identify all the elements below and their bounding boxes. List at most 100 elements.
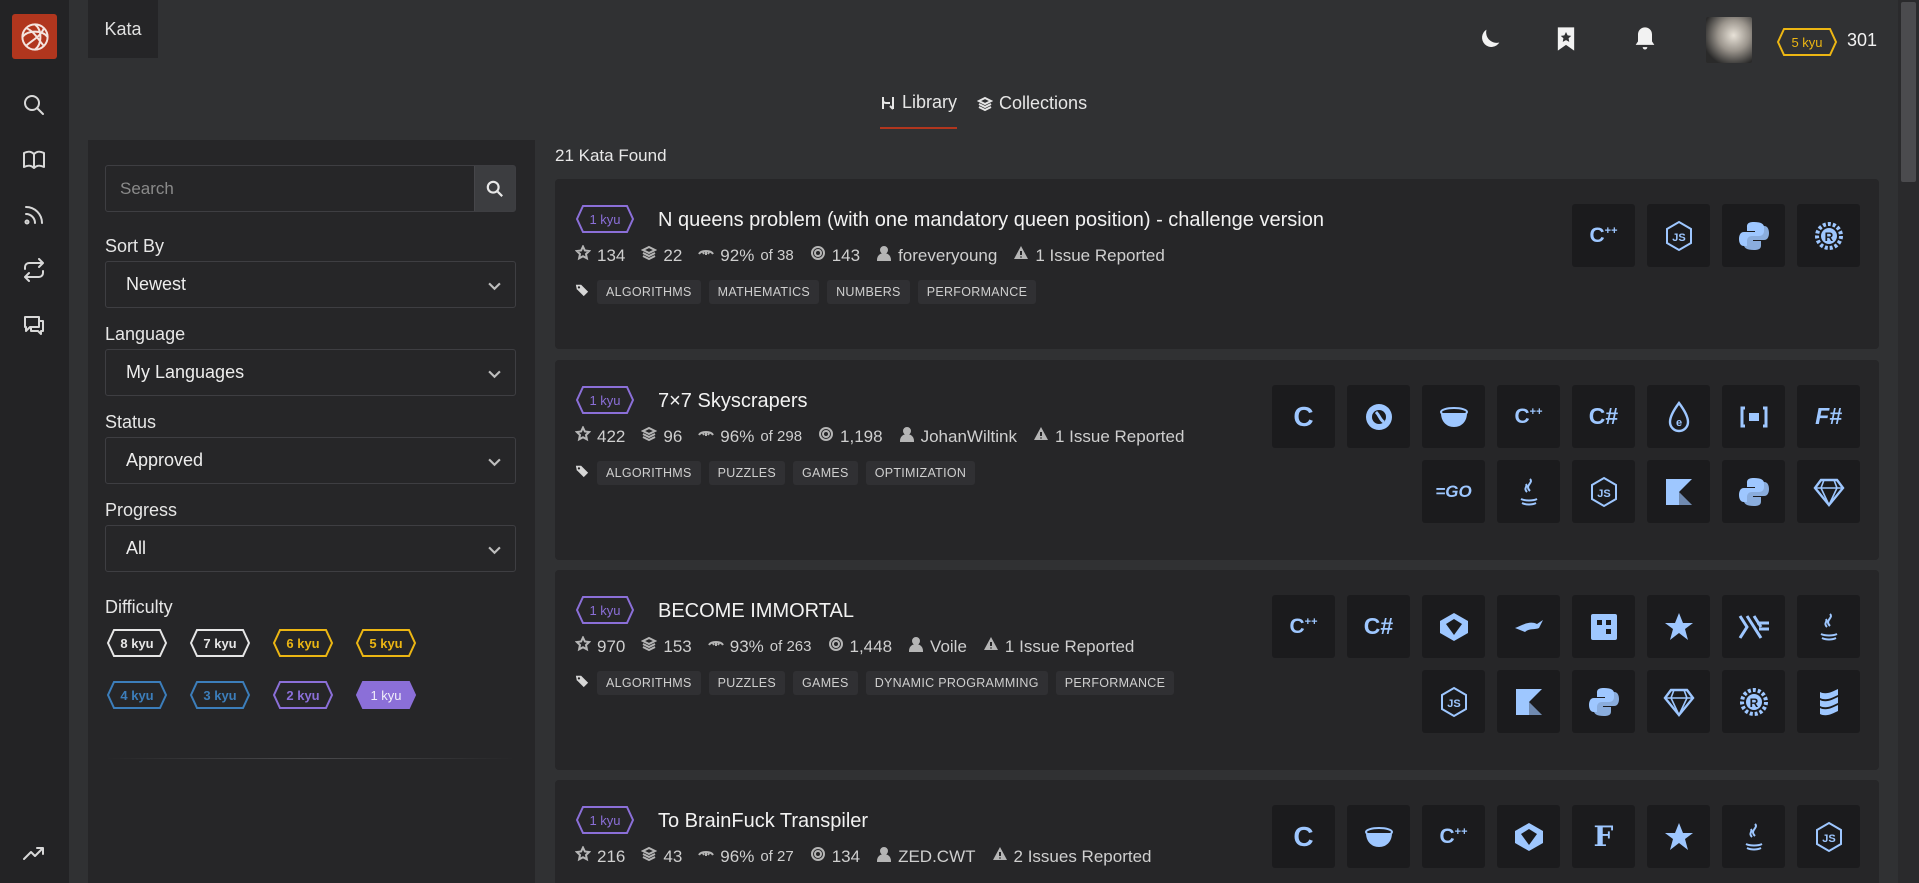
csharp-language-icon[interactable]: C# <box>1572 385 1635 448</box>
python-language-icon[interactable] <box>1572 670 1635 733</box>
python-language-icon[interactable] <box>1722 204 1785 267</box>
python-language-icon[interactable] <box>1722 460 1785 523</box>
tag[interactable]: ALGORITHMS <box>597 461 701 485</box>
go-language-icon[interactable]: =GO <box>1422 460 1485 523</box>
tag[interactable]: GAMES <box>793 461 858 485</box>
kotlin-language-icon[interactable] <box>1647 460 1710 523</box>
tag[interactable]: PUZZLES <box>708 671 786 695</box>
issues-stat[interactable]: 1 Issue Reported <box>983 636 1134 657</box>
difficulty-6kyu[interactable]: 6 kyu <box>272 628 334 658</box>
search-button[interactable] <box>474 166 515 211</box>
javascript-language-icon[interactable]: JS <box>1572 460 1635 523</box>
tag[interactable]: GAMES <box>793 671 858 695</box>
notifications-bell-icon[interactable] <box>1628 22 1662 56</box>
dart-language-icon[interactable] <box>1497 595 1560 658</box>
difficulty-7kyu[interactable]: 7 kyu <box>189 628 251 658</box>
difficulty-8kyu[interactable]: 8 kyu <box>106 628 168 658</box>
kata-title-link[interactable]: N queens problem (with one mandatory que… <box>658 209 1324 232</box>
ruby-language-icon[interactable] <box>1797 460 1860 523</box>
fsharp2-language-icon[interactable]: F <box>1572 805 1635 868</box>
difficulty-2kyu[interactable]: 2 kyu <box>272 680 334 710</box>
tag[interactable]: NUMBERS <box>827 280 910 304</box>
coffeescript-language-icon[interactable] <box>1422 385 1485 448</box>
issues-link[interactable]: 1 Issue Reported <box>1035 246 1164 266</box>
dark-mode-moon-icon[interactable] <box>1473 22 1507 56</box>
author-link[interactable]: Voile <box>930 637 967 657</box>
kotlin-language-icon[interactable] <box>1497 670 1560 733</box>
c-language-icon[interactable]: C <box>1272 385 1335 448</box>
bookmark-star-icon[interactable] <box>1549 22 1583 56</box>
difficulty-3kyu[interactable]: 3 kyu <box>189 680 251 710</box>
author-stat[interactable]: ZED.CWT <box>876 846 976 867</box>
author-stat[interactable]: JohanWiltink <box>899 426 1017 447</box>
user-rank-badge[interactable]: 5 kyu <box>1776 27 1838 57</box>
cpp-language-icon[interactable]: C++ <box>1272 595 1335 658</box>
kata-title-link[interactable]: BECOME IMMORTAL <box>658 600 854 623</box>
csharp-language-icon[interactable]: C# <box>1347 595 1410 658</box>
kata-title-link[interactable]: 7×7 Skyscrapers <box>658 390 808 413</box>
issues-stat[interactable]: 1 Issue Reported <box>1013 245 1165 266</box>
issues-link[interactable]: 2 Issues Reported <box>1014 847 1152 867</box>
search-input[interactable] <box>106 166 475 211</box>
issues-link[interactable]: 1 Issue Reported <box>1055 427 1184 447</box>
java-language-icon[interactable] <box>1797 595 1860 658</box>
page-scrollbar[interactable] <box>1898 0 1919 883</box>
tag[interactable]: OPTIMIZATION <box>865 461 976 485</box>
clojure-language-icon[interactable] <box>1347 385 1410 448</box>
difficulty-4kyu[interactable]: 4 kyu <box>106 680 168 710</box>
progress-select[interactable]: All <box>105 525 516 572</box>
tag[interactable]: PERFORMANCE <box>1055 671 1175 695</box>
rust-language-icon[interactable]: R <box>1722 670 1785 733</box>
crystal-language-icon[interactable] <box>1422 595 1485 658</box>
status-select[interactable]: Approved <box>105 437 516 484</box>
user-avatar[interactable] <box>1706 17 1752 63</box>
crystal-language-icon[interactable] <box>1497 805 1560 868</box>
trending-up-icon[interactable] <box>19 838 49 868</box>
author-stat[interactable]: Voile <box>908 636 967 657</box>
fsharp-language-icon[interactable]: F# <box>1797 385 1860 448</box>
rss-feed-icon[interactable] <box>19 200 49 230</box>
javascript-language-icon[interactable]: JS <box>1422 670 1485 733</box>
book-icon[interactable] <box>19 145 49 175</box>
factor-language-icon[interactable] <box>1722 385 1785 448</box>
elm-language-icon[interactable] <box>1572 595 1635 658</box>
tag[interactable]: DYNAMIC PROGRAMMING <box>865 671 1048 695</box>
author-link[interactable]: JohanWiltink <box>921 427 1017 447</box>
java-language-icon[interactable] <box>1722 805 1785 868</box>
cpp-language-icon[interactable]: C++ <box>1497 385 1560 448</box>
issues-stat[interactable]: 1 Issue Reported <box>1033 426 1184 447</box>
codewars-logo-icon[interactable] <box>12 14 57 59</box>
coffeescript-language-icon[interactable] <box>1347 805 1410 868</box>
practice-cycle-icon[interactable] <box>19 255 49 285</box>
ruby-language-icon[interactable] <box>1647 670 1710 733</box>
tag[interactable]: PUZZLES <box>708 461 786 485</box>
fortran-language-icon[interactable] <box>1647 595 1710 658</box>
tag[interactable]: ALGORITHMS <box>597 671 701 695</box>
difficulty-5kyu[interactable]: 5 kyu <box>355 628 417 658</box>
issues-stat[interactable]: 2 Issues Reported <box>992 846 1152 867</box>
tag[interactable]: ALGORITHMS <box>597 280 701 304</box>
tab-library[interactable]: Library <box>880 92 958 129</box>
kata-title-link[interactable]: To BrainFuck Transpiler <box>658 810 868 833</box>
haskell-language-icon[interactable] <box>1722 595 1785 658</box>
cpp-language-icon[interactable]: C++ <box>1422 805 1485 868</box>
breadcrumb[interactable]: Kata <box>88 0 158 58</box>
java-language-icon[interactable] <box>1497 460 1560 523</box>
sort-by-select[interactable]: Newest <box>105 261 516 308</box>
issues-link[interactable]: 1 Issue Reported <box>1005 637 1134 657</box>
javascript-language-icon[interactable]: JS <box>1797 805 1860 868</box>
language-select[interactable]: My Languages <box>105 349 516 396</box>
fortran-language-icon[interactable] <box>1647 805 1710 868</box>
javascript-language-icon[interactable]: JS <box>1647 204 1710 267</box>
c-language-icon[interactable]: C <box>1272 805 1335 868</box>
elixir-language-icon[interactable]: e <box>1647 385 1710 448</box>
rust-language-icon[interactable]: R <box>1797 204 1860 267</box>
tag[interactable]: PERFORMANCE <box>917 280 1037 304</box>
tab-collections[interactable]: Collections <box>977 92 1087 129</box>
discuss-chat-icon[interactable] <box>19 310 49 340</box>
tag[interactable]: MATHEMATICS <box>708 280 820 304</box>
scrollbar-thumb[interactable] <box>1901 2 1916 182</box>
scala-language-icon[interactable] <box>1797 670 1860 733</box>
author-link[interactable]: ZED.CWT <box>898 847 975 867</box>
search-icon[interactable] <box>19 90 49 120</box>
